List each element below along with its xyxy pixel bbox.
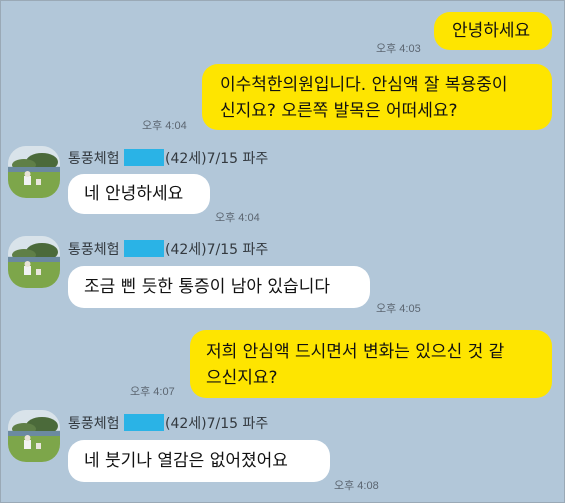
message-time: 오후 4:04	[215, 212, 260, 224]
message-time: 오후 4:04	[142, 120, 187, 132]
avatar-photo-icon	[8, 410, 60, 462]
sender-name: 통풍체험 (42세)7/15 파주	[68, 413, 268, 433]
message-text: 안녕하세요	[452, 21, 531, 41]
message-time: 오후 4:05	[376, 303, 421, 315]
contact-avatar[interactable]	[8, 146, 60, 198]
message-text: 네 안녕하세요	[84, 184, 184, 204]
their-message-bubble[interactable]: 조금 삔 듯한 통증이 남아 있습니다	[68, 266, 370, 308]
redaction-mark	[123, 240, 164, 257]
my-message-bubble[interactable]: 저희 안심액 드시면서 변화는 있으신 것 같 으신지요?	[190, 330, 552, 398]
sender-suffix: (42세)7/15 파주	[164, 151, 269, 167]
redaction-mark	[123, 414, 164, 431]
message-time: 오후 4:08	[334, 480, 379, 492]
sender-prefix: 통풍체험	[68, 151, 120, 167]
sender-suffix: (42세)7/15 파주	[164, 242, 269, 258]
contact-avatar[interactable]	[8, 236, 60, 288]
avatar-photo-icon	[8, 236, 60, 288]
avatar-photo-icon	[8, 146, 60, 198]
redaction-mark	[123, 149, 164, 166]
message-line: 이수척한의원입니다. 안심액 잘 복용중이	[220, 75, 508, 95]
message-line: 신지요? 오른쪽 발목은 어떠세요?	[220, 101, 458, 121]
sender-name: 통풍체험 (42세)7/15 파주	[68, 148, 268, 168]
message-line: 으신지요?	[206, 368, 278, 388]
my-message-bubble[interactable]: 안녕하세요	[434, 12, 552, 50]
message-line: 저희 안심액 드시면서 변화는 있으신 것 같	[206, 342, 505, 362]
sender-name: 통풍체험 (42세)7/15 파주	[68, 239, 268, 259]
message-time: 오후 4:07	[130, 386, 175, 398]
sender-prefix: 통풍체험	[68, 242, 120, 258]
my-message-bubble[interactable]: 이수척한의원입니다. 안심액 잘 복용중이 신지요? 오른쪽 발목은 어떠세요?	[202, 64, 552, 130]
sender-prefix: 통풍체험	[68, 416, 120, 432]
message-text: 네 붓기나 열감은 없어졌어요	[84, 451, 288, 471]
message-time: 오후 4:03	[376, 43, 421, 55]
contact-avatar[interactable]	[8, 410, 60, 462]
their-message-bubble[interactable]: 네 안녕하세요	[68, 174, 210, 214]
message-text: 조금 삔 듯한 통증이 남아 있습니다	[84, 277, 330, 297]
sender-suffix: (42세)7/15 파주	[164, 416, 269, 432]
their-message-bubble[interactable]: 네 붓기나 열감은 없어졌어요	[68, 440, 330, 482]
